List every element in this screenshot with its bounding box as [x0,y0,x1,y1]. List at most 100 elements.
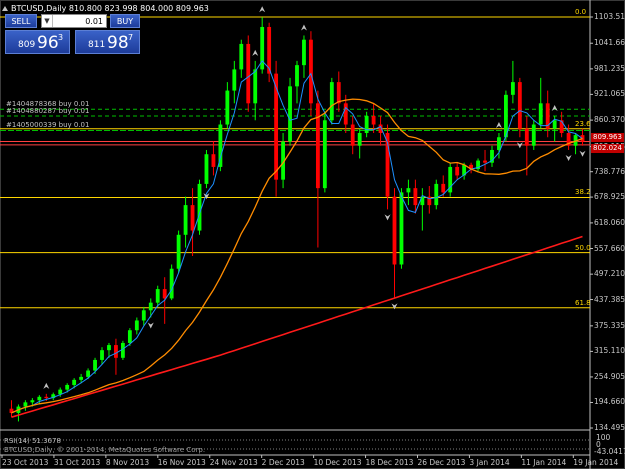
candle-body [517,82,522,129]
candle-body [86,370,90,377]
price-tick-label: 981.235 [594,63,625,73]
time-tick-label: 2 Dec 2013 [261,458,305,467]
time-tick-label: 23 Oct 2013 [2,458,49,467]
order-label[interactable]: #1405000339 buy 0.01 [6,121,89,129]
time-tick-label: 3 Jan 2014 [469,458,510,467]
sell-price-box[interactable]: 809 96 3 [5,30,70,54]
candle-body [127,330,132,343]
price-tick-label: 194.660 [594,397,625,407]
sell-price-prefix: 809 [18,40,36,50]
candle-body [371,116,376,125]
time-tick-label: 11 Jan 2014 [521,458,567,467]
candle-body [30,400,35,403]
fib-level-label: 38.2 [575,188,591,197]
fractal-arrow-icon [384,214,391,221]
candle-body [399,192,404,265]
candle-body [134,320,139,331]
candle-body [413,188,418,206]
sub-axis-bottom: -43.0417 [594,447,625,456]
candle-body [434,183,439,206]
candle-body [322,120,327,189]
fib-level-label: 0.0 [575,8,587,16]
lot-size-field[interactable]: ▼ [41,14,107,28]
buy-price-box[interactable]: 811 98 7 [75,30,140,54]
candle-body [350,124,355,146]
fractal-arrow-icon [565,154,572,161]
fractal-arrow-icon [259,6,266,13]
candle-body [65,384,70,390]
sell-price-sup: 3 [58,33,64,42]
candle-body [176,234,181,269]
candle-body [531,124,536,146]
lot-size-input[interactable] [53,16,106,26]
candle-body [79,376,84,380]
price-tick-label: 860.370 [594,115,625,125]
candle-body [497,137,501,150]
current-bid-tag: 809.963 [591,132,624,142]
price-tick-label: 134.495 [594,423,625,432]
time-tick-label: 31 Oct 2013 [53,458,101,467]
sell-button[interactable]: SELL [5,14,37,28]
current-ask-tag: 802.024 [591,143,624,153]
fractal-arrow-icon [43,382,50,389]
candle-body [455,166,460,176]
price-tick-label: 497.210 [594,269,625,279]
candle-body [329,82,334,121]
price-tick-label: 315.110 [594,346,625,356]
fractal-arrow-icon [495,122,502,129]
rsi-indicator-label: RSI(14) 51.3678 [4,437,61,445]
time-tick-label: 26 Dec 2013 [417,458,466,467]
time-tick-label: 8 Nov 2013 [105,458,150,467]
candle-body [44,396,49,399]
candle-body [169,268,174,299]
order-label[interactable]: #1404880287 buy 0.01 [6,107,89,115]
price-tick-label: 557.660 [594,243,625,253]
candle-body [510,82,515,95]
price-tick-label: 738.776 [594,166,625,176]
ma-fast-line [11,60,583,414]
price-tick-label: 1103.510 [594,12,625,21]
time-tick-label: 10 Dec 2013 [313,458,362,467]
candle-body [190,205,195,231]
candle-body [295,65,299,87]
fractal-arrow-icon [300,24,307,31]
time-tick-label: 24 Nov 2013 [209,458,258,467]
candle-body [93,359,97,371]
candle-body [183,205,188,235]
candle-body [524,128,529,146]
symbol-ohlc-text: BTCUSD,Daily 810.800 823.998 804.000 809… [11,3,209,13]
fib-level-label: 50.0 [575,243,591,252]
buy-price-prefix: 811 [88,40,106,50]
price-tick-label: 618.060 [594,217,625,227]
buy-price-sup: 7 [128,33,134,42]
candle-body [246,43,251,104]
one-click-trading-panel: SELL ▼ BUY 809 96 3 811 98 7 [5,14,140,54]
candle-body [309,39,313,104]
fractal-arrow-icon [147,322,154,329]
candle-body [253,69,258,104]
lot-dropdown-icon[interactable]: ▼ [42,15,53,27]
candle-body [107,345,111,351]
fractal-arrow-icon [551,105,558,112]
ma-mid-line [11,98,583,414]
time-tick-label: 18 Dec 2013 [365,458,414,467]
symbol-triangle-icon [2,5,8,11]
fractal-arrow-icon [391,303,398,310]
candle-body [23,402,28,407]
fractal-arrow-icon [579,150,586,157]
candle-body [538,103,543,125]
buy-price-big: 98 [107,33,129,53]
candle-body [483,160,487,163]
price-tick-label: 1041.665 [594,38,625,48]
price-chart[interactable] [0,0,625,469]
buy-button[interactable]: BUY [110,14,140,28]
candle-body [406,188,411,193]
time-tick-label: 16 Nov 2013 [157,458,206,467]
candle-body [336,82,341,104]
candle-body [141,310,146,321]
candle-body [225,90,230,125]
copyright-text: BTCUSD,Daily, © 2001-2014, MetaQuotes So… [4,446,206,454]
candle-body [114,345,118,358]
candle-body [100,350,104,360]
price-tick-label: 254.905 [594,371,625,381]
